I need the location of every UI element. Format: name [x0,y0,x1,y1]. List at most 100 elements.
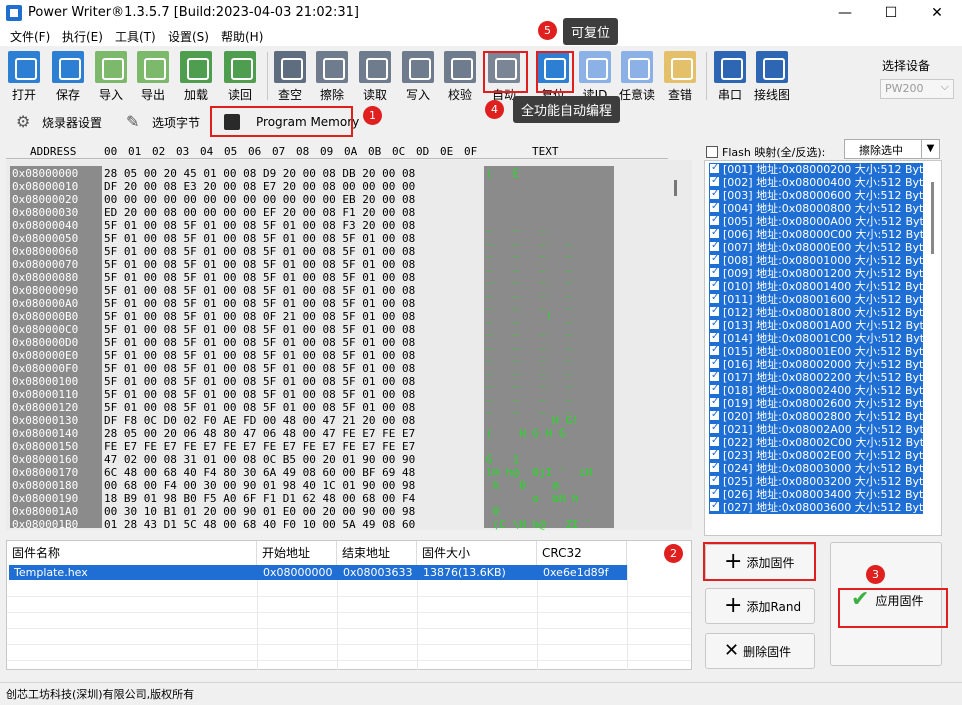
toolbar-button-3[interactable]: 导出 [133,51,173,103]
sector-label: [020] 地址:0x08002800 大小:512 Byte [723,410,931,423]
checkbox-checked-icon[interactable] [709,395,720,408]
toolbar-button-17[interactable]: 接线图 [752,51,792,103]
menu-tools[interactable]: 工具(T) [115,28,156,45]
sector-list-scrollbar[interactable] [931,182,934,254]
checkbox-checked-icon[interactable] [709,356,720,369]
toolbar-button-0[interactable]: 打开 [4,51,44,103]
table-row[interactable]: Template.hex 0x08000000 0x08003633 13876… [9,565,627,580]
sector-item[interactable]: [023] 地址:0x08002E00 大小:512 Byte [709,447,930,462]
toolbar-button-4[interactable]: 加载 [176,51,216,103]
sector-item[interactable]: [014] 地址:0x08001C00 大小:512 Byte [709,330,931,345]
toolbar-button-1[interactable]: 保存 [48,51,88,103]
checkbox-checked-icon[interactable] [709,200,720,213]
checkbox-checked-icon[interactable] [709,252,720,265]
flash-map-checkbox[interactable]: Flash 映射(全/反选): [706,144,825,160]
sector-item[interactable]: [005] 地址:0x08000A00 大小:512 Byte [709,213,931,228]
hex-column-header: 0D [416,145,430,158]
checkbox-checked-icon[interactable] [709,369,720,382]
checkbox-checked-icon[interactable] [709,460,720,473]
checkbox-checked-icon[interactable] [709,421,720,434]
maximize-button[interactable]: ☐ [868,0,914,26]
firmware-table[interactable]: 固件名称 开始地址 结束地址 固件大小 CRC32 Template.hex 0… [6,540,692,670]
close-button[interactable]: ✕ [914,0,960,26]
tab-option-bytes[interactable]: ✎ 选项字节 [126,106,200,138]
checkbox[interactable] [706,146,718,158]
menu-help[interactable]: 帮助(H) [221,28,263,45]
sector-item[interactable]: [025] 地址:0x08003200 大小:512 Byte [709,473,930,488]
checkbox-checked-icon[interactable] [709,447,720,460]
checkbox-checked-icon[interactable] [709,278,720,291]
sector-item[interactable]: [004] 地址:0x08000800 大小:512 Byte [709,200,930,215]
hex-scrollbar[interactable] [674,180,677,196]
checkbox-checked-icon[interactable] [709,304,720,317]
sector-item[interactable]: [001] 地址:0x08000200 大小:512 Byte [709,161,930,176]
device-select[interactable]: PW200 [880,79,954,99]
sector-item[interactable]: [026] 地址:0x08003400 大小:512 Byte [709,486,930,501]
checkbox-checked-icon[interactable] [709,343,720,356]
menu-execute[interactable]: 执行(E) [62,28,103,45]
toolbar-button-8[interactable]: 读取 [355,51,395,103]
menu-file[interactable]: 文件(F) [10,28,50,45]
column-header[interactable]: CRC32 [537,541,627,565]
toolbar-button-7[interactable]: 擦除 [312,51,352,103]
add-rand-button[interactable]: + 添加Rand [705,588,815,624]
sector-item[interactable]: [009] 地址:0x08001200 大小:512 Byte [709,265,930,280]
toolbar-button-9[interactable]: 写入 [398,51,438,103]
checkbox-checked-icon[interactable] [709,434,720,447]
sector-item[interactable]: [027] 地址:0x08003600 大小:512 Byte [709,499,930,514]
tab-programmer-settings[interactable]: ⚙ 烧录器设置 [16,106,102,138]
sector-item[interactable]: [021] 地址:0x08002A00 大小:512 Byte [709,421,931,436]
column-header[interactable]: 固件大小 [417,541,537,565]
column-header[interactable]: 开始地址 [257,541,337,565]
minimize-button[interactable]: — [822,0,868,26]
checkbox-checked-icon[interactable] [709,239,720,252]
delete-firmware-button[interactable]: ✕ 删除固件 [705,633,815,669]
sector-item[interactable]: [020] 地址:0x08002800 大小:512 Byte [709,408,930,423]
checkbox-checked-icon[interactable] [709,486,720,499]
column-header[interactable]: 结束地址 [337,541,417,565]
checkbox-checked-icon[interactable] [709,226,720,239]
toolbar-button-16[interactable]: 串口 [710,51,750,103]
sector-item[interactable]: [012] 地址:0x08001800 大小:512 Byte [709,304,930,319]
menu-settings[interactable]: 设置(S) [168,28,209,45]
sector-item[interactable]: [017] 地址:0x08002200 大小:512 Byte [709,369,930,384]
sector-item[interactable]: [006] 地址:0x08000C00 大小:512 Byte [709,226,931,241]
toolbar-button-6[interactable]: 查空 [270,51,310,103]
toolbar-button-5[interactable]: 读回 [220,51,260,103]
toolbar-button-2[interactable]: 导入 [91,51,131,103]
sector-item[interactable]: [013] 地址:0x08001A00 大小:512 Byte [709,317,931,332]
sector-list[interactable]: [001] 地址:0x08000200 大小:512 Byte[002] 地址:… [704,160,942,536]
checkbox-checked-icon[interactable] [709,187,720,200]
checkbox-checked-icon[interactable] [709,473,720,486]
checkbox-checked-icon[interactable] [709,317,720,330]
toolbar-button-14[interactable]: 任意读 [617,51,657,103]
grid-line [7,596,691,597]
sector-item[interactable]: [015] 地址:0x08001E00 大小:512 Byte [709,343,930,358]
sector-item[interactable]: [007] 地址:0x08000E00 大小:512 Byte [709,239,930,254]
toolbar-button-10[interactable]: 校验 [440,51,480,103]
sector-item[interactable]: [003] 地址:0x08000600 大小:512 Byte [709,187,930,202]
checkbox-checked-icon[interactable] [709,330,720,343]
checkbox-checked-icon[interactable] [709,265,720,278]
checkbox-checked-icon[interactable] [709,291,720,304]
sector-item[interactable]: [022] 地址:0x08002C00 大小:512 Byte [709,434,931,449]
checkbox-checked-icon[interactable] [709,161,720,174]
checkbox-checked-icon[interactable] [709,213,720,226]
checkbox-checked-icon[interactable] [709,408,720,421]
sector-item[interactable]: [018] 地址:0x08002400 大小:512 Byte [709,382,930,397]
sector-item[interactable]: [010] 地址:0x08001400 大小:512 Byte [709,278,930,293]
sector-item[interactable]: [002] 地址:0x08000400 大小:512 Byte [709,174,930,189]
sector-item[interactable]: [024] 地址:0x08003000 大小:512 Byte [709,460,930,475]
hex-viewer[interactable]: 0x08000000 28 05 00 20 45 01 00 08 D9 20 … [6,160,692,530]
erase-selected-button[interactable]: 擦除选中 ▼ [844,139,940,159]
checkbox-checked-icon[interactable] [709,174,720,187]
checkbox-checked-icon[interactable] [709,382,720,395]
sector-item[interactable]: [011] 地址:0x08001600 大小:512 Byte [709,291,930,306]
sector-item[interactable]: [019] 地址:0x08002600 大小:512 Byte [709,395,930,410]
sector-item[interactable]: [016] 地址:0x08002000 大小:512 Byte [709,356,930,371]
sector-item[interactable]: [008] 地址:0x08001000 大小:512 Byte [709,252,930,267]
toolbar-button-15[interactable]: 查错 [660,51,700,103]
checkbox-checked-icon[interactable] [709,499,720,512]
chevron-down-icon[interactable]: ▼ [921,140,939,158]
column-header[interactable]: 固件名称 [7,541,257,565]
